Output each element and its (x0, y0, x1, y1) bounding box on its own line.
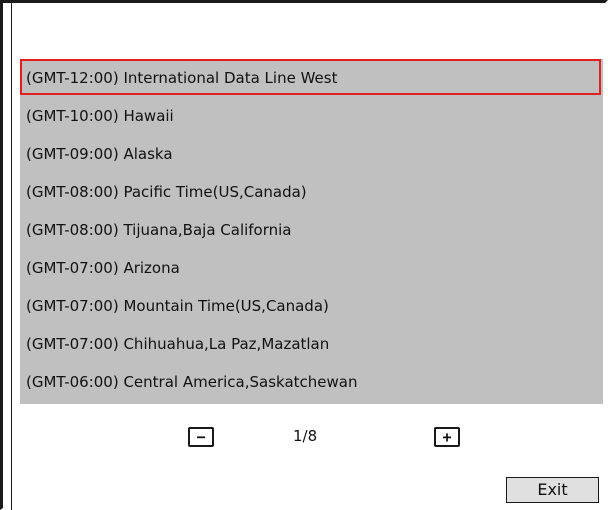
exit-button[interactable]: Exit (506, 477, 599, 503)
timezone-item[interactable]: (GMT-12:00) International Data Line West (20, 59, 601, 95)
timezone-dialog: (GMT-12:00) International Data Line West… (0, 0, 608, 510)
timezone-item[interactable]: (GMT-07:00) Mountain Time(US,Canada) (20, 287, 603, 325)
previous-page-button[interactable]: − (188, 427, 214, 447)
timezone-item[interactable]: (GMT-08:00) Pacific Time(US,Canada) (20, 173, 603, 211)
timezone-item[interactable]: (GMT-10:00) Hawaii (20, 97, 603, 135)
timezone-item[interactable]: (GMT-06:00) Central America,Saskatchewan (20, 363, 603, 401)
timezone-list[interactable]: (GMT-12:00) International Data Line West… (20, 59, 603, 404)
next-page-button[interactable]: + (434, 427, 460, 447)
timezone-item[interactable]: (GMT-07:00) Arizona (20, 249, 603, 287)
timezone-item[interactable]: (GMT-07:00) Chihuahua,La Paz,Mazatlan (20, 325, 603, 363)
timezone-item[interactable]: (GMT-09:00) Alaska (20, 135, 603, 173)
timezone-item[interactable]: (GMT-08:00) Tijuana,Baja California (20, 211, 603, 249)
pager: − 1/8 + (3, 424, 608, 448)
page-indicator: 1/8 (293, 427, 318, 445)
